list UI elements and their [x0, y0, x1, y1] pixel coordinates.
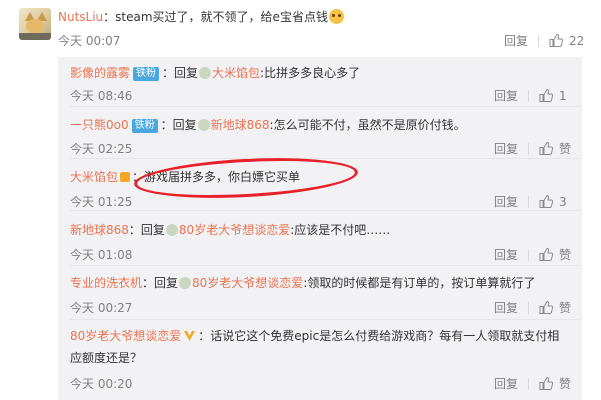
reply-button[interactable]: 回复	[494, 301, 518, 315]
reply-time: 今天 02:25	[70, 142, 133, 156]
reply-text: :怎么可能不付，虽然不是原价付钱。	[269, 118, 466, 132]
reply-text: :比拼多多良心多了	[260, 66, 361, 80]
reply-time: 今天 01:08	[70, 248, 133, 262]
reply-target[interactable]: 新地球868	[211, 118, 270, 132]
thumbs-up-icon	[539, 195, 553, 208]
reply-button[interactable]: 回复	[494, 377, 518, 391]
list-item: 影像的露雾 铁粉 ：回复 大米馅包:比拼多多良心多了 今天 08:46 回复 1	[58, 57, 582, 107]
reply-username[interactable]: 专业的洗衣机	[70, 276, 142, 290]
like-button[interactable]: 赞	[539, 377, 571, 391]
avatar[interactable]	[19, 8, 51, 40]
reply-button[interactable]: 回复	[494, 142, 518, 156]
reply-username[interactable]: 大米馅包	[70, 170, 118, 184]
mini-avatar-icon	[199, 67, 212, 79]
reply-text: :领取的时候都是有订单的，按订单算就行了	[303, 276, 536, 290]
reply-time: 今天 08:46	[70, 89, 133, 103]
reply-time: 今天 00:20	[70, 377, 133, 391]
reply-text: :应该是不付吧……	[290, 223, 391, 237]
thumbs-up-icon	[539, 301, 553, 314]
list-item: 一只熊0o0 铁粉 ：回复 新地球868:怎么可能不付，虽然不是原价付钱。 今天 02…	[58, 107, 582, 159]
like-button[interactable]: 赞	[539, 301, 571, 315]
mini-avatar-icon	[165, 224, 178, 236]
reply-button[interactable]: 回复	[504, 34, 528, 48]
reply-target[interactable]: 80岁老大爷想谈恋爱	[192, 276, 303, 290]
like-count: 22	[569, 34, 585, 48]
thumbs-up-icon	[549, 34, 563, 47]
reply-panel: 影像的露雾 铁粉 ：回复 大米馅包:比拼多多良心多了 今天 08:46 回复 1 一只熊…	[58, 57, 582, 400]
reply-username[interactable]: 影像的露雾	[70, 66, 130, 80]
reply-time: 今天 00:27	[70, 301, 133, 315]
reply-username[interactable]: 一只熊0o0	[70, 118, 129, 132]
thumbs-up-icon	[539, 248, 553, 261]
reply-button[interactable]: 回复	[494, 89, 518, 103]
list-item: 80岁老大爷想谈恋爱 ：话说它这个免费epic是怎么付费给游戏商？每有一人领取就支…	[58, 320, 582, 400]
fan-badge: 铁粉	[133, 67, 160, 81]
mini-avatar-icon	[197, 119, 210, 131]
reply-target[interactable]: 大米馅包	[212, 66, 260, 80]
verified-badge-icon	[184, 331, 196, 341]
reply-button[interactable]: 回复	[494, 195, 518, 209]
thumbs-up-icon	[539, 89, 553, 102]
mini-avatar-icon	[179, 277, 192, 289]
like-button[interactable]: 22	[549, 34, 584, 48]
comment-text: ：steam买过了，就不领了，给e宝省点钱	[103, 10, 328, 24]
like-button[interactable]: 3	[539, 195, 567, 209]
comment-username[interactable]: NutsLiu	[58, 10, 103, 24]
like-button[interactable]: 赞	[539, 248, 571, 262]
dog-emoji-icon	[328, 9, 344, 24]
reply-target[interactable]: 80岁老大爷想谈恋爱	[179, 223, 290, 237]
like-button[interactable]: 赞	[539, 142, 571, 156]
like-button[interactable]: 1	[539, 89, 567, 103]
list-item: 新地球868：回复 80岁老大爷想谈恋爱:应该是不付吧…… 今天 01:08 回复…	[58, 211, 582, 266]
reply-username[interactable]: 80岁老大爷想谈恋爱	[70, 329, 181, 343]
thumbs-up-icon	[539, 377, 553, 390]
thumbs-up-icon	[539, 142, 553, 155]
reply-username[interactable]: 新地球868	[70, 223, 129, 237]
fan-badge: 铁粉	[131, 119, 158, 133]
comment-time: 今天 00:07	[58, 34, 121, 48]
main-comment: NutsLiu：steam买过了，就不领了，给e宝省点钱 今天 00:07 回复…	[0, 0, 601, 57]
crown-icon	[120, 172, 131, 182]
reply-button[interactable]: 回复	[494, 248, 518, 262]
reply-time: 今天 01:25	[70, 195, 133, 209]
list-item: 专业的洗衣机：回复 80岁老大爷想谈恋爱:领取的时候都是有订单的，按订单算就行了 …	[58, 266, 582, 320]
